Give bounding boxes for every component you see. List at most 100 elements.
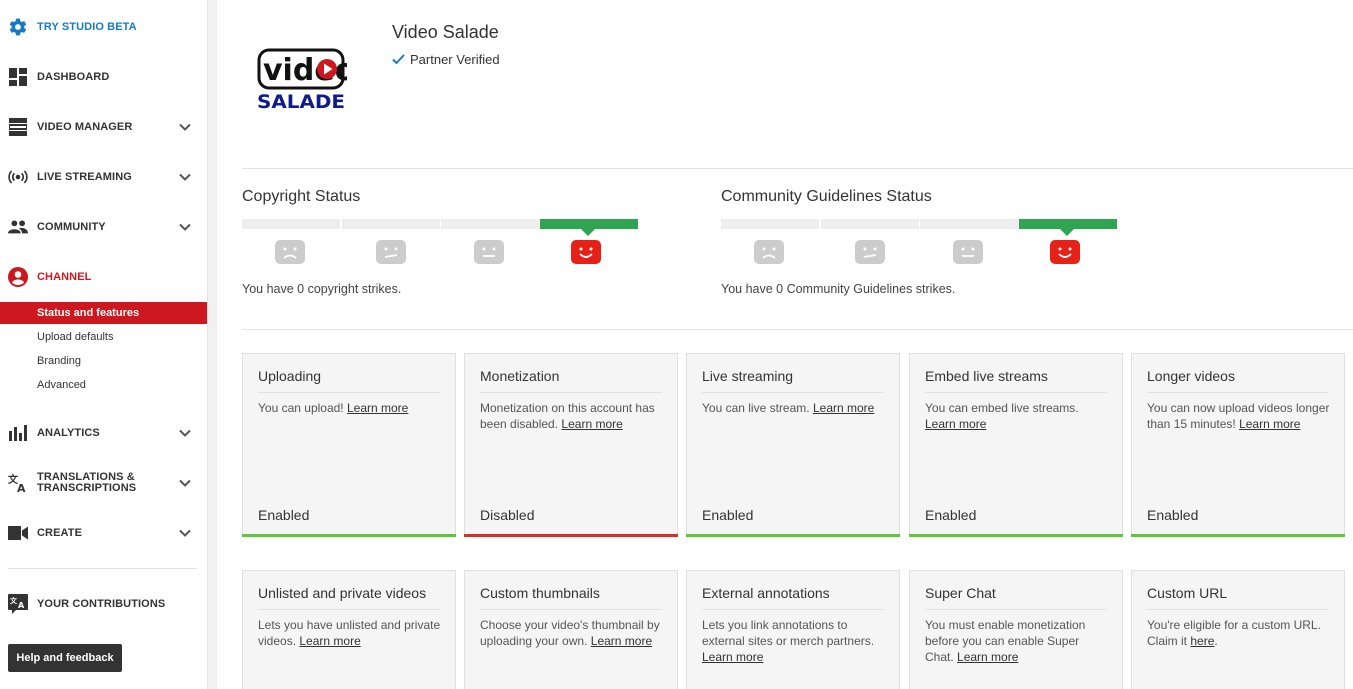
divider [242,329,1353,330]
community-guidelines-title: Community Guidelines Status [721,188,932,205]
learn-more-link[interactable]: Learn more [702,650,763,664]
card-title: Embed live streams [925,368,1107,393]
learn-more-link[interactable]: Learn more [957,650,1018,664]
card-title: Uploading [258,368,440,393]
chevron-down-icon[interactable] [178,120,192,134]
sub-item-status-and-features[interactable]: Status and features [0,302,207,324]
copyright-status: Copyright Status You have 0 copyright st… [242,188,662,296]
feature-card-unlisted-private: Unlisted and private videos Lets you hav… [242,570,456,689]
contributions-icon: 文A [8,594,28,614]
try-studio-beta-link[interactable]: TRY STUDIO BETA [0,7,207,47]
card-state: Enabled [925,507,977,523]
strike-segment [441,219,539,229]
svg-text:文: 文 [10,596,18,605]
learn-more-link[interactable]: Learn more [299,634,360,648]
sidebar-border [207,0,217,689]
sidebar-item-channel[interactable]: CHANNEL [0,257,207,297]
copyright-status-title: Copyright Status [242,188,361,205]
gear-icon [8,17,28,37]
help-and-feedback-button[interactable]: Help and feedback [8,644,122,672]
sidebar-item-label: YOUR CONTRIBUTIONS [37,597,166,610]
feature-card-longer-videos: Longer videos You can now upload videos … [1131,353,1345,537]
card-description: You can live stream. Learn more [702,401,875,415]
community-guidelines-status: Community Guidelines Status You have 0 C… [721,188,1141,296]
card-description: You must enable monetization before you … [925,618,1086,664]
learn-more-link[interactable]: Learn more [561,417,622,431]
card-state: Enabled [1147,507,1199,523]
strike-segment [721,219,819,229]
strike-segment [821,219,919,229]
card-description: Choose your video's thumbnail by uploadi… [480,618,660,648]
learn-more-link[interactable]: Learn more [591,634,652,648]
sad-face-icon [754,240,784,264]
feature-card-live-streaming: Live streaming You can live stream. Lear… [686,353,900,537]
status-bar-disabled [464,534,678,537]
happy-face-icon [1050,240,1080,264]
feature-card-embed-live-streams: Embed live streams You can embed live st… [909,353,1123,537]
feature-card-monetization: Monetization Monetization on this accoun… [464,353,678,537]
sidebar-divider [8,568,197,569]
neutral-face-icon [953,240,983,264]
card-title: External annotations [702,585,884,610]
sub-item-upload-defaults[interactable]: Upload defaults [0,326,207,348]
card-title: Longer videos [1147,368,1329,393]
status-bar-enabled [909,534,1123,537]
chevron-down-icon[interactable] [178,220,192,234]
channel-title: Video Salade [392,22,499,42]
chevron-down-icon[interactable] [178,526,192,540]
card-description: Lets you link annotations to external si… [702,618,875,664]
live-broadcast-icon [8,167,28,187]
try-studio-beta-label: TRY STUDIO BETA [37,20,137,33]
feature-card-external-annotations: External annotations Lets you link annot… [686,570,900,689]
sidebar-item-label: CREATE [37,526,83,539]
strike-segment [242,219,340,229]
people-icon [8,217,28,237]
sidebar-item-community[interactable]: COMMUNITY [0,207,207,247]
claim-custom-url-link[interactable]: here [1190,634,1214,648]
card-description: You're eligible for a custom URL. Claim … [1147,618,1321,648]
learn-more-link[interactable]: Learn more [925,417,986,431]
sidebar-item-label: ANALYTICS [37,426,100,439]
chevron-down-icon[interactable] [178,170,192,184]
partner-status-label: Partner Verified [410,52,500,67]
strike-segment-current [1019,219,1117,236]
learn-more-link[interactable]: Learn more [813,401,874,415]
sidebar-item-video-manager[interactable]: VIDEO MANAGER [0,107,207,147]
feature-card-uploading: Uploading You can upload! Learn more Ena… [242,353,456,537]
chevron-down-icon[interactable] [178,476,192,490]
copyright-status-text: You have 0 copyright strikes. [242,282,402,296]
happy-face-icon [571,240,601,264]
account-circle-icon [8,267,28,287]
bar-chart-icon [8,423,28,443]
sidebar-item-create[interactable]: CREATE [0,513,207,553]
card-description: You can upload! Learn more [258,401,409,415]
sub-item-advanced[interactable]: Advanced [0,374,207,396]
sidebar-item-label: COMMUNITY [37,220,106,233]
feature-card-custom-thumbnails: Custom thumbnails Choose your video's th… [464,570,678,689]
sidebar-item-live-streaming[interactable]: LIVE STREAMING [0,157,207,197]
checkmark-icon [392,54,405,65]
sidebar-item-translations[interactable]: 文A TRANSLATIONS & TRANSCRIPTIONS [0,463,207,503]
svg-text:A: A [17,482,26,493]
divider [242,168,1353,169]
sidebar-item-label: LIVE STREAMING [37,170,132,183]
channel-logo[interactable]: video SALADE [257,40,355,113]
chevron-down-icon[interactable] [178,426,192,440]
sidebar-item-your-contributions[interactable]: 文A YOUR CONTRIBUTIONS [0,584,207,624]
learn-more-link[interactable]: Learn more [347,401,408,415]
video-camera-icon [8,523,28,543]
card-description: Monetization on this account has been di… [480,401,655,431]
feature-card-super-chat: Super Chat You must enable monetization … [909,570,1123,689]
card-description: Lets you have unlisted and private video… [258,618,441,648]
unsure-face-icon [855,240,885,264]
sidebar: TRY STUDIO BETA DASHBOARD VIDEO MANAGER … [0,0,207,689]
logo-word-salade: SALADE [257,91,345,112]
sidebar-item-analytics[interactable]: ANALYTICS [0,413,207,453]
sidebar-item-dashboard[interactable]: DASHBOARD [0,57,207,97]
sidebar-item-label: DASHBOARD [37,70,110,83]
learn-more-link[interactable]: Learn more [1239,417,1300,431]
sidebar-item-label: TRANSCRIPTIONS [37,482,137,494]
card-state: Enabled [702,507,754,523]
sub-item-branding[interactable]: Branding [0,350,207,372]
card-title: Live streaming [702,368,884,393]
